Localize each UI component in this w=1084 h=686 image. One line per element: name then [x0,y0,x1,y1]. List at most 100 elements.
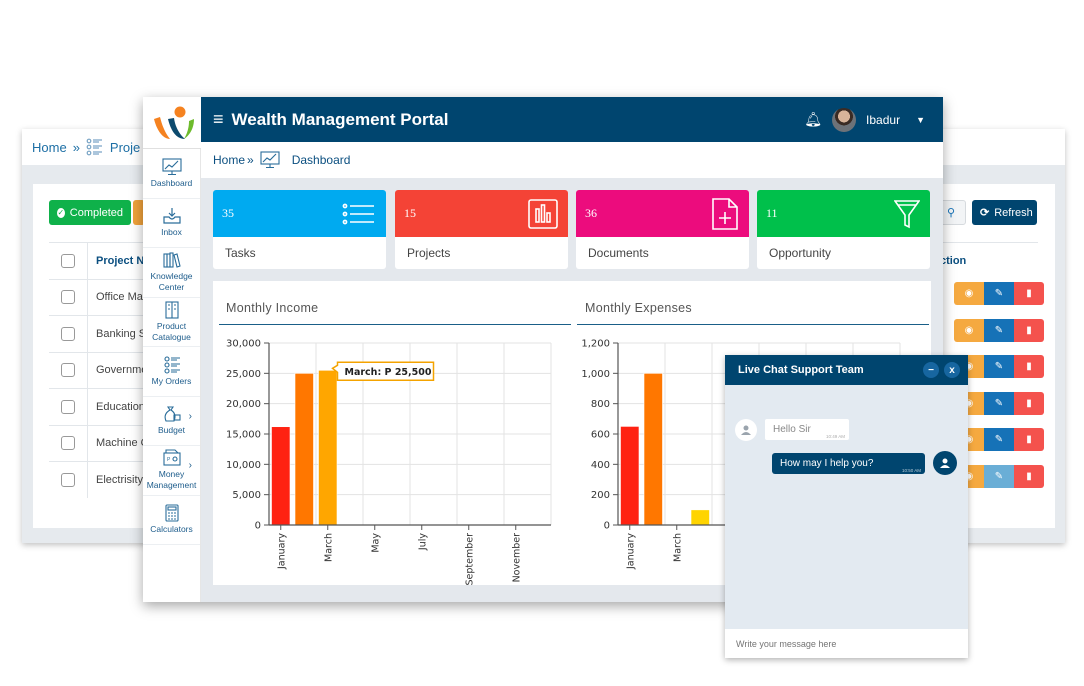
y-tick-label: 20,000 [226,399,261,410]
sidebar-item-product-catalogue[interactable]: Product Catalogue [143,298,200,347]
edit-icon: ✎ [994,397,1004,409]
edit-button[interactable]: ✎ [984,318,1014,342]
svg-text:P: P [167,457,171,463]
user-name[interactable]: Ibadur [866,113,900,127]
completed-button[interactable]: ✓ Completed [49,200,131,225]
chat-message-input[interactable] [725,629,968,658]
delete-button[interactable]: ▮ [1014,391,1044,415]
y-tick-label: 600 [591,430,610,441]
stat-card-opportunity[interactable]: 11 Opportunity [757,190,930,269]
edit-icon: ✎ [994,324,1004,336]
check-circle-icon: ✓ [57,207,65,218]
edit-icon: ✎ [994,361,1004,372]
x-tick-label: March [672,533,683,562]
row-checkbox[interactable] [61,290,75,305]
stat-label: Projects [407,246,451,260]
message-time: 10:49 AM [825,434,845,439]
sidebar-item-dashboard[interactable]: Dashboard [143,149,200,199]
bar-january [271,426,291,526]
edit-icon: ✎ [994,470,1004,482]
app-logo[interactable] [143,97,201,149]
edit-button[interactable]: ✎ [984,282,1014,305]
trash-icon: ▮ [1026,397,1032,409]
y-tick-label: 10,000 [226,460,261,471]
user-avatar-chat [933,451,957,475]
edit-icon: ✎ [994,288,1004,299]
stat-card-tasks[interactable]: 35 Tasks [213,190,386,269]
row-checkbox[interactable] [61,326,75,341]
dashboard-monitor-icon [260,151,280,169]
stat-card-documents[interactable]: 36 Documents [576,190,749,269]
stat-value: 36 [585,206,597,220]
delete-button[interactable]: ▮ [1014,464,1044,488]
live-chat-widget: Live Chat Support Team − x Hello Sir 10:… [725,355,968,658]
select-all-checkbox[interactable] [61,253,75,268]
inbox-icon [162,208,181,224]
delete-button[interactable]: ▮ [1014,428,1044,451]
delete-button[interactable]: ▮ [1014,318,1044,342]
edit-button[interactable]: ✎ [984,464,1014,488]
delete-button[interactable]: ▮ [1014,355,1044,378]
row-checkbox[interactable] [61,436,75,451]
breadcrumb-current: Proje [109,139,141,155]
breadcrumb: Home » Dashboard [201,142,943,178]
bar-chart-icon [528,198,558,229]
delete-button[interactable]: ▮ [1014,282,1044,305]
income-chart-title: Monthly Income [226,301,319,315]
trash-icon: ▮ [1026,434,1032,445]
sidebar-item-inbox[interactable]: Inbox [143,199,200,248]
sidebar-item-money-management[interactable]: P Money Management › [143,446,200,496]
calculator-icon [164,504,179,522]
money-bag-icon [164,406,181,422]
row-checkbox[interactable] [61,363,75,378]
chevron-right-icon: › [188,410,192,422]
row-actions: ◉ ✎ ▮ [954,318,1044,342]
y-tick-label: 1,000 [581,369,610,380]
chat-title: Live Chat Support Team [738,364,864,376]
y-tick-label: 0 [604,521,610,532]
row-actions: ◉ ✎ ▮ [954,282,1044,305]
notification-bell-icon[interactable]: 🔔︎ [804,111,822,128]
breadcrumb-home-link[interactable]: Home [213,153,245,167]
y-tick-label: 30,000 [226,339,261,350]
y-tick-label: 800 [591,399,610,410]
sidebar-item-calculators[interactable]: Calculators [143,496,200,545]
refresh-button[interactable]: ⟳ Refresh [972,200,1037,225]
hamburger-menu-icon[interactable]: ≡ [213,109,224,130]
row-checkbox[interactable] [61,399,75,414]
chat-close-button[interactable]: x [944,362,960,378]
view-button[interactable]: ◉ [954,282,984,305]
user-menu-caret-icon[interactable]: ▼ [916,115,925,125]
sidebar-item-knowledge-center[interactable]: Knowledge Center [143,248,200,298]
user-avatar[interactable] [832,107,857,132]
sidebar-label: Product Catalogue [152,320,191,342]
trash-icon: ▮ [1026,361,1032,372]
sidebar-label: Inbox [161,227,182,238]
chat-message-agent: Hello Sir 10:49 AM [765,419,849,440]
sidebar-label: Money Management [146,469,197,491]
x-tick-label: January [276,533,287,570]
sidebar-item-my-orders[interactable]: My Orders [143,347,200,397]
x-tick-label: September [464,533,475,586]
edit-button[interactable]: ✎ [984,391,1014,415]
row-checkbox[interactable] [61,472,75,487]
breadcrumb-separator: » [247,153,254,167]
stat-card-projects[interactable]: 15 Projects [395,190,568,269]
breadcrumb-separator: » [72,139,80,155]
y-tick-label: 1,200 [581,339,610,350]
edit-button[interactable]: ✎ [984,355,1014,378]
agent-avatar [735,419,757,441]
view-button[interactable]: ◉ [954,318,984,342]
y-tick-label: 200 [591,490,610,501]
wallet-icon: P [162,449,181,466]
bar-january [620,426,640,526]
tooltip-text: March: P 25,500 [345,367,432,378]
breadcrumb-home-link[interactable]: Home [32,140,67,155]
message-time: 10:50 AM [901,468,921,473]
completed-label: Completed [69,206,123,219]
chat-minimize-button[interactable]: − [923,362,939,378]
user-icon [940,458,950,468]
x-tick-label: November [511,533,522,583]
edit-button[interactable]: ✎ [984,428,1014,451]
sidebar-item-budget[interactable]: Budget › [143,397,200,446]
